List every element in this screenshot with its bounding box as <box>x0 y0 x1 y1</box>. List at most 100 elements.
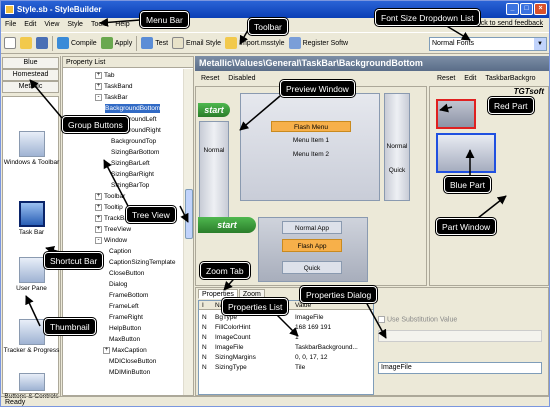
flash-app-button[interactable]: Flash App <box>282 239 342 252</box>
tree-node[interactable]: MDIMinButton <box>109 368 150 377</box>
apply-button[interactable]: Apply <box>100 35 132 51</box>
part-edit-button[interactable]: Edit <box>464 75 476 82</box>
collapse-icon[interactable]: - <box>95 93 102 101</box>
feedback-link[interactable]: Click to send feedback <box>473 20 543 27</box>
shortcut-label: Windows & Toolbar <box>3 159 60 166</box>
expand-icon[interactable]: + <box>95 225 102 233</box>
import-button[interactable]: Import.msstyle <box>225 35 285 51</box>
tree-node[interactable]: + TrackBar <box>95 214 130 223</box>
group-button-blue[interactable]: Blue <box>2 57 59 69</box>
property-value-select[interactable]: ImageFile <box>378 362 542 374</box>
expand-icon[interactable]: + <box>103 346 110 354</box>
tree-node[interactable]: SizingBarLeft <box>111 159 150 168</box>
tree-node[interactable]: FrameRight <box>109 313 143 322</box>
expand-icon[interactable]: + <box>95 192 102 200</box>
tree-node[interactable]: + Tab <box>95 71 114 80</box>
checkbox-box[interactable] <box>378 316 385 323</box>
menu-item-2[interactable]: Menu Item 2 <box>271 151 351 158</box>
property-row[interactable]: N SizingMargins 0, 0, 17, 12 <box>199 353 373 362</box>
shortcut-task-bar[interactable]: Task Bar <box>3 201 60 236</box>
property-value: TaskbarBackground... <box>295 344 358 351</box>
tree-node[interactable]: CaptionSizingTemplate <box>109 258 175 267</box>
tree-node[interactable]: + TreeView <box>95 225 131 234</box>
property-value: ImageFile <box>295 314 324 321</box>
tree-node[interactable]: SizingBarTop <box>111 181 149 190</box>
scrollbar-thumb[interactable] <box>185 189 193 239</box>
tree-node[interactable]: + MaxCaption <box>103 346 147 355</box>
maximize-button[interactable]: □ <box>520 3 533 15</box>
tree-node[interactable]: FrameLeft <box>109 302 139 311</box>
menu-file[interactable]: File <box>5 21 16 28</box>
chevron-down-icon[interactable]: ▼ <box>534 38 546 50</box>
tree-node-label: TaskBand <box>104 83 133 90</box>
tree-node[interactable]: Dialog <box>109 280 127 289</box>
expand-icon[interactable]: + <box>95 203 102 211</box>
callout-thumbnail: Thumbnail <box>44 318 96 335</box>
tree-node[interactable]: + Tooltip <box>95 203 123 212</box>
compile-button[interactable]: Compile <box>57 35 97 51</box>
tree-node[interactable]: SizingBarBottom <box>111 148 159 157</box>
menu-view[interactable]: View <box>44 21 59 28</box>
expand-icon[interactable]: + <box>95 214 102 222</box>
tree-node[interactable]: Caption <box>109 247 131 256</box>
test-button[interactable]: Test <box>141 35 168 51</box>
start-button-taskbar[interactable]: start <box>198 217 256 233</box>
start-button-preview[interactable]: start <box>198 103 230 117</box>
substitution-checkbox[interactable]: Use Substitution Value <box>378 316 457 323</box>
property-row[interactable]: N FillColorHint 168 169 191 <box>199 323 373 332</box>
tree-node[interactable]: CloseButton <box>109 269 144 278</box>
save-button[interactable] <box>36 35 48 51</box>
red-part[interactable] <box>436 99 476 129</box>
preview-window: start Normal Flash Menu Menu Item 1 Menu… <box>195 86 427 286</box>
close-button[interactable]: × <box>534 3 547 15</box>
substitution-select[interactable] <box>378 330 542 342</box>
expand-icon[interactable]: + <box>95 82 102 90</box>
menu-tools[interactable]: Tools <box>91 21 107 28</box>
menu-help[interactable]: Help <box>115 21 129 28</box>
tree-node[interactable]: HelpButton <box>109 324 141 333</box>
tree-node[interactable]: MaxButton <box>109 335 140 344</box>
tree-node[interactable]: - Window <box>95 236 127 245</box>
menu-style[interactable]: Style <box>67 21 83 28</box>
quick-button[interactable]: Quick <box>282 261 342 274</box>
shortcut-windows-toolbar[interactable]: Windows & Toolbar <box>3 131 60 166</box>
preview-disabled-toggle[interactable]: Disabled <box>228 75 255 82</box>
tree-node[interactable]: + Toolbar <box>95 192 125 201</box>
tree-node[interactable]: - TaskBar <box>95 93 127 102</box>
expand-icon[interactable]: + <box>95 71 102 79</box>
minimize-button[interactable]: _ <box>506 3 519 15</box>
email-style-button[interactable]: Email Style <box>172 35 221 51</box>
tree-node-label: MDICloseButton <box>109 358 157 365</box>
tree-node[interactable]: FrameBottom <box>109 291 148 300</box>
status-bar: Ready <box>1 396 549 406</box>
property-flag: N <box>202 364 207 371</box>
property-row[interactable]: N ImageFile TaskbarBackground... <box>199 343 373 352</box>
part-select[interactable]: TaskbarBackgro <box>485 75 535 82</box>
menu-edit[interactable]: Edit <box>24 21 36 28</box>
blue-part[interactable] <box>436 133 496 173</box>
flash-menu-item[interactable]: Flash Menu <box>271 121 351 132</box>
tree-node[interactable]: + TaskBand <box>95 82 133 91</box>
tree-node[interactable]: MDICloseButton <box>109 357 156 366</box>
menu-item-1[interactable]: Menu Item 1 <box>271 137 351 144</box>
new-button[interactable] <box>4 35 16 51</box>
font-size-dropdown[interactable]: Normal Fonts ▼ <box>429 37 547 51</box>
register-button[interactable]: Register Softw <box>288 35 348 51</box>
collapse-icon[interactable]: - <box>95 236 102 244</box>
tree-node[interactable]: BackgroundBottom <box>105 104 161 113</box>
property-row[interactable]: N ImageCount 1 <box>199 333 373 342</box>
open-button[interactable] <box>20 35 32 51</box>
tree-node[interactable]: SizingBarRight <box>111 170 154 179</box>
tree-node[interactable]: BackgroundTop <box>111 137 156 146</box>
property-value: ImageFile <box>381 364 412 371</box>
property-row[interactable]: N SizingType Tile <box>199 363 373 372</box>
group-button-metallic[interactable]: Metallic <box>2 81 59 93</box>
tree-node-label: Tooltip <box>104 204 123 211</box>
preview-reset-button[interactable]: Reset <box>201 75 219 82</box>
property-value: 1 <box>295 334 299 341</box>
part-reset-button[interactable]: Reset <box>437 75 455 82</box>
group-button-homestead[interactable]: Homestead <box>2 69 59 81</box>
normal-app-button[interactable]: Normal App <box>282 221 342 234</box>
property-flag: N <box>202 344 207 351</box>
tree-scrollbar[interactable] <box>183 69 193 395</box>
